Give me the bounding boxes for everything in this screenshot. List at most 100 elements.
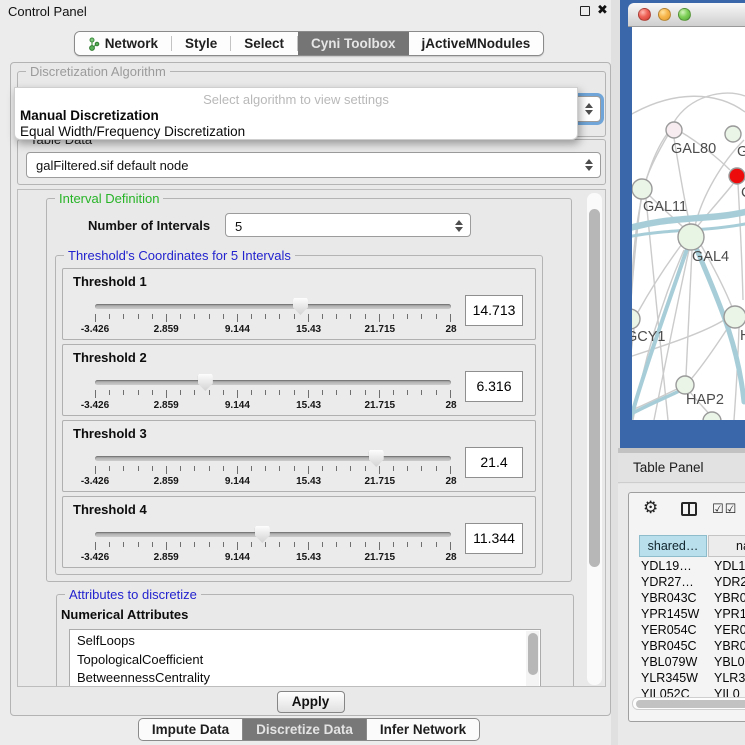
bottom-tab-discretize-data[interactable]: Discretize Data xyxy=(242,718,367,741)
close-icon[interactable]: ✖ xyxy=(597,2,608,18)
attribute-item-selfloops[interactable]: SelfLoops xyxy=(77,632,540,651)
table-row[interactable]: YER054C YER0 xyxy=(629,623,745,639)
slider-handle[interactable] xyxy=(198,374,213,391)
table-row[interactable]: YDL19… YDL1 xyxy=(629,559,745,575)
cell-name[interactable]: YER0 xyxy=(714,623,745,637)
settings-scroll-area: Interval Definition Number of Intervals … xyxy=(17,189,606,687)
slider-tick-labels: -3.4262.8599.14415.4321.71528 xyxy=(95,476,451,488)
table-row[interactable]: YPR145W YPR1 xyxy=(629,607,745,623)
network-window-titlebar xyxy=(628,3,745,27)
cell-name[interactable]: YBL0 xyxy=(714,655,745,669)
slider-handle[interactable] xyxy=(293,298,308,315)
column-header-shared-name[interactable]: shared… xyxy=(639,535,707,557)
cell-name[interactable]: YDR2 xyxy=(714,575,745,589)
main-scrollbar-thumb[interactable] xyxy=(589,209,600,567)
network-node-gal11[interactable] xyxy=(632,179,652,199)
chevron-updown-icon xyxy=(585,103,593,115)
slider-handle[interactable] xyxy=(255,526,270,543)
cell-shared-name[interactable]: YBR045C xyxy=(641,639,697,653)
columns-icon[interactable] xyxy=(681,502,697,516)
numerical-attributes-list[interactable]: SelfLoopsTopologicalCoefficientBetweenne… xyxy=(69,629,541,687)
network-node-gal80[interactable] xyxy=(666,122,682,138)
tab-cyni-toolbox[interactable]: Cyni Toolbox xyxy=(298,32,409,55)
network-edge xyxy=(738,184,743,300)
cell-shared-name[interactable]: YLR345W xyxy=(641,671,698,685)
float-window-icon[interactable] xyxy=(580,6,590,16)
main-scrollbar[interactable] xyxy=(587,193,602,685)
slider-track[interactable] xyxy=(95,380,451,385)
cell-shared-name[interactable]: YDL19… xyxy=(641,559,692,573)
table-row[interactable]: YLR345W YLR3 xyxy=(629,671,745,687)
column-header-name[interactable]: na xyxy=(708,535,745,557)
network-edge xyxy=(632,96,745,118)
table-data-group: Table Data galFiltered.sif default node xyxy=(17,139,606,185)
tab-network[interactable]: Network xyxy=(75,32,171,55)
network-node-c[interactable] xyxy=(729,168,745,184)
cell-name[interactable]: YPR1 xyxy=(714,607,745,621)
network-node-label: GAL80 xyxy=(671,141,716,157)
gear-icon[interactable]: ⚙ xyxy=(643,498,658,518)
option-equal-width-frequency[interactable]: Equal Width/Frequency Discretization xyxy=(20,124,245,139)
cell-shared-name[interactable]: YPR145W xyxy=(641,607,699,621)
network-node-gal4[interactable] xyxy=(678,224,704,250)
list-scrollbar[interactable] xyxy=(526,631,539,687)
network-node-h[interactable] xyxy=(724,306,745,328)
list-scrollbar-thumb[interactable] xyxy=(528,633,538,675)
number-of-intervals-row: Number of Intervals 5 xyxy=(47,213,571,239)
bottom-tab-impute-data[interactable]: Impute Data xyxy=(138,718,243,741)
threshold-value-field[interactable]: 21.4 xyxy=(465,447,523,478)
table-row[interactable]: YDR27… YDR2 xyxy=(629,575,745,591)
interval-definition-title: Interval Definition xyxy=(55,191,163,206)
network-node-label: H xyxy=(740,328,745,344)
panel-title: Control Panel xyxy=(8,4,87,19)
table-row[interactable]: YBR043C YBR0 xyxy=(629,591,745,607)
table-row[interactable]: YBL079W YBL0 xyxy=(629,655,745,671)
threshold-value-field[interactable]: 6.316 xyxy=(465,371,523,402)
attribute-item-betweennesscentrality[interactable]: BetweennessCentrality xyxy=(77,669,540,687)
bottom-tab-infer-network[interactable]: Infer Network xyxy=(366,718,480,741)
option-manual-discretization[interactable]: Manual Discretization xyxy=(20,108,159,123)
tab-select[interactable]: Select xyxy=(231,32,297,55)
window-zoom-button[interactable] xyxy=(678,8,691,21)
slider-track[interactable] xyxy=(95,532,451,537)
number-of-intervals-combobox[interactable]: 5 xyxy=(225,213,471,237)
cell-name[interactable]: YDL1 xyxy=(714,559,745,573)
network-node-ga[interactable] xyxy=(725,126,741,142)
network-node[interactable] xyxy=(703,412,721,420)
network-node-label: HAP2 xyxy=(686,392,724,408)
tab-jactivemnodules[interactable]: jActiveMNodules xyxy=(409,32,544,55)
window-close-button[interactable] xyxy=(638,8,651,21)
threshold-slider[interactable]: -3.4262.8599.14415.4321.71528 xyxy=(95,525,451,565)
cell-shared-name[interactable]: YER054C xyxy=(641,623,697,637)
cell-shared-name[interactable]: YBR043C xyxy=(641,591,697,605)
network-node-label: GCY1 xyxy=(632,329,666,345)
number-of-intervals-value: 5 xyxy=(235,219,242,234)
threshold-slider[interactable]: -3.4262.8599.14415.4321.71528 xyxy=(95,373,451,413)
threshold-value-field[interactable]: 14.713 xyxy=(465,295,523,326)
window-minimize-button[interactable] xyxy=(658,8,671,21)
algorithm-hint-option[interactable]: Select algorithm to view settings xyxy=(15,92,577,107)
cell-shared-name[interactable]: YDR27… xyxy=(641,575,694,589)
cell-name[interactable]: YLR3 xyxy=(714,671,745,685)
cell-name[interactable]: YBR0 xyxy=(714,591,745,605)
network-edge xyxy=(692,326,729,378)
select-columns-checkboxes-icon[interactable]: ☑☑ xyxy=(712,501,737,517)
table-horizontal-scrollbar[interactable] xyxy=(632,697,745,710)
threshold-slider[interactable]: -3.4262.8599.14415.4321.71528 xyxy=(95,449,451,489)
tab-style[interactable]: Style xyxy=(172,32,230,55)
discretization-algorithm-title: Discretization Algorithm xyxy=(26,64,170,79)
attribute-item-topologicalcoefficient[interactable]: TopologicalCoefficient xyxy=(77,651,540,670)
table-row[interactable]: YBR045C YBR0 xyxy=(629,639,745,655)
cell-name[interactable]: YBR0 xyxy=(714,639,745,653)
table-panel-header: Table Panel xyxy=(618,453,745,483)
threshold-slider[interactable]: -3.4262.8599.14415.4321.71528 xyxy=(95,297,451,337)
table-data-combobox[interactable]: galFiltered.sif default node xyxy=(26,152,601,178)
cell-shared-name[interactable]: YBL079W xyxy=(641,655,697,669)
network-canvas[interactable]: GAL80GACGAL11GAL4GCY1HHAP2 xyxy=(632,27,745,420)
table-hscrollbar-thumb[interactable] xyxy=(636,700,745,708)
slider-track[interactable] xyxy=(95,456,451,461)
threshold-value-field[interactable]: 11.344 xyxy=(465,523,523,554)
slider-track[interactable] xyxy=(95,304,451,309)
slider-handle[interactable] xyxy=(369,450,384,467)
apply-button[interactable]: Apply xyxy=(277,691,345,713)
